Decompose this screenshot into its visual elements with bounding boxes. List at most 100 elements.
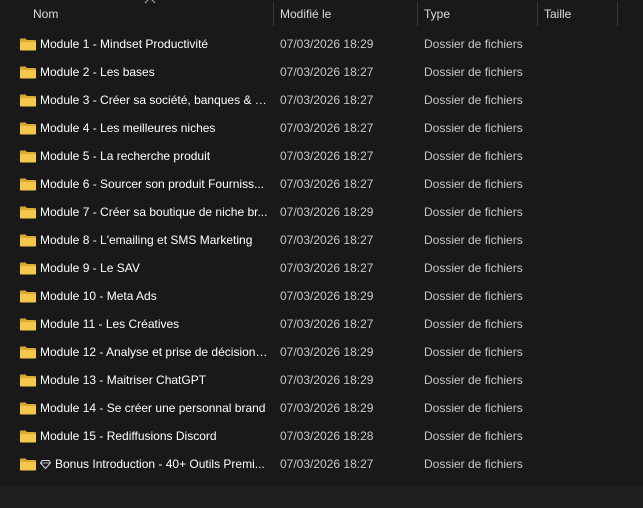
file-name[interactable]: Module 10 - Meta Ads xyxy=(40,282,268,310)
file-modified-date: 07/03/2026 18:27 xyxy=(280,149,374,163)
file-modified-date: 07/03/2026 18:29 xyxy=(280,205,374,219)
file-type: Dossier de fichiers xyxy=(424,317,523,331)
file-type: Dossier de fichiers xyxy=(424,345,523,359)
folder-icon xyxy=(20,206,36,219)
file-row[interactable]: Module 6 - Sourcer son produit Fourniss.… xyxy=(0,170,643,198)
folder-icon xyxy=(20,94,36,107)
file-row[interactable]: Module 12 - Analyse et prise de décision… xyxy=(0,338,643,366)
column-header-type[interactable]: Type xyxy=(417,0,537,28)
file-name-text: Module 5 - La recherche produit xyxy=(40,149,211,163)
column-header-modified[interactable]: Modifié le xyxy=(273,0,417,28)
file-type: Dossier de fichiers xyxy=(424,149,523,163)
file-name-text: Module 12 - Analyse et prise de décision… xyxy=(40,345,268,359)
file-modified-date: 07/03/2026 18:28 xyxy=(280,429,374,443)
file-modified-date: 07/03/2026 18:27 xyxy=(280,93,374,107)
file-type: Dossier de fichiers xyxy=(424,401,523,415)
file-name[interactable]: Module 13 - Maitriser ChatGPT xyxy=(40,366,268,394)
folder-icon xyxy=(20,66,36,79)
file-name-text: Module 6 - Sourcer son produit Fourniss.… xyxy=(40,177,265,191)
file-name-text: Module 14 - Se créer une personnal brand xyxy=(40,401,266,415)
file-name-text: Module 4 - Les meilleures niches xyxy=(40,121,216,135)
file-name-text: Module 2 - Les bases xyxy=(40,65,155,79)
file-modified-date: 07/03/2026 18:27 xyxy=(280,177,374,191)
file-explorer-details-view: Nom Modifié le Type Taille Module 1 - Mi… xyxy=(0,0,643,508)
file-name[interactable]: Module 1 - Mindset Productivité xyxy=(40,30,268,58)
file-modified-date: 07/03/2026 18:29 xyxy=(280,345,374,359)
file-name[interactable]: Module 8 - L'emailing et SMS Marketing xyxy=(40,226,268,254)
file-row[interactable]: Module 11 - Les Créatives 07/03/2026 18:2… xyxy=(0,310,643,338)
file-row[interactable]: Module 2 - Les bases 07/03/2026 18:27 Doss… xyxy=(0,58,643,86)
file-type: Dossier de fichiers xyxy=(424,429,523,443)
file-modified-date: 07/03/2026 18:29 xyxy=(280,373,374,387)
file-row[interactable]: Module 9 - Le SAV 07/03/2026 18:27 Dossier… xyxy=(0,254,643,282)
file-row[interactable]: Module 14 - Se créer une personnal brand… xyxy=(0,394,643,422)
file-modified-date: 07/03/2026 18:27 xyxy=(280,261,374,275)
folder-icon xyxy=(20,290,36,303)
diamond-icon xyxy=(40,460,51,469)
file-name-text: Module 9 - Le SAV xyxy=(40,261,140,275)
file-row[interactable]: Module 13 - Maitriser ChatGPT 07/03/2026 … xyxy=(0,366,643,394)
file-type: Dossier de fichiers xyxy=(424,233,523,247)
file-type: Dossier de fichiers xyxy=(424,65,523,79)
file-type: Dossier de fichiers xyxy=(424,289,523,303)
file-name[interactable]: Bonus Introduction - 40+ Outils Premi... xyxy=(40,450,268,478)
file-name-text: Module 3 - Créer sa société, banques & p… xyxy=(40,93,268,107)
file-row[interactable]: Module 1 - Mindset Productivité 07/03/202… xyxy=(0,30,643,58)
folder-icon xyxy=(20,178,36,191)
file-row[interactable]: Bonus Introduction - 40+ Outils Premi...… xyxy=(0,450,643,478)
file-row[interactable]: Module 5 - La recherche produit 07/03/202… xyxy=(0,142,643,170)
folder-icon xyxy=(20,122,36,135)
file-modified-date: 07/03/2026 18:27 xyxy=(280,233,374,247)
folder-icon xyxy=(20,38,36,51)
column-header-bar: Nom Modifié le Type Taille xyxy=(0,0,643,29)
file-type: Dossier de fichiers xyxy=(424,205,523,219)
file-row[interactable]: Module 8 - L'emailing et SMS Marketing 07… xyxy=(0,226,643,254)
file-name-text: Module 8 - L'emailing et SMS Marketing xyxy=(40,233,253,247)
file-row[interactable]: Module 4 - Les meilleures niches 07/03/20… xyxy=(0,114,643,142)
folder-icon xyxy=(20,150,36,163)
file-name-text: Bonus Introduction - 40+ Outils Premi... xyxy=(55,457,265,471)
file-row[interactable]: Module 15 - Rediffusions Discord 07/03/20… xyxy=(0,422,643,450)
file-name[interactable]: Module 2 - Les bases xyxy=(40,58,268,86)
folder-icon xyxy=(20,374,36,387)
file-list: Module 1 - Mindset Productivité 07/03/202… xyxy=(0,30,643,478)
file-name[interactable]: Module 5 - La recherche produit xyxy=(40,142,268,170)
file-name[interactable]: Module 14 - Se créer une personnal brand xyxy=(40,394,268,422)
file-name[interactable]: Module 9 - Le SAV xyxy=(40,254,268,282)
file-modified-date: 07/03/2026 18:29 xyxy=(280,289,374,303)
folder-icon xyxy=(20,346,36,359)
file-type: Dossier de fichiers xyxy=(424,37,523,51)
file-type: Dossier de fichiers xyxy=(424,373,523,387)
file-row[interactable]: Module 3 - Créer sa société, banques & p… xyxy=(0,86,643,114)
file-name[interactable]: Module 4 - Les meilleures niches xyxy=(40,114,268,142)
column-divider[interactable] xyxy=(617,2,618,26)
file-name-text: Module 13 - Maitriser ChatGPT xyxy=(40,373,207,387)
file-row[interactable]: Module 10 - Meta Ads 07/03/2026 18:29 Doss… xyxy=(0,282,643,310)
file-type: Dossier de fichiers xyxy=(424,177,523,191)
file-name[interactable]: Module 3 - Créer sa société, banques & p… xyxy=(40,86,268,114)
file-name-text: Module 15 - Rediffusions Discord xyxy=(40,429,217,443)
file-modified-date: 07/03/2026 18:29 xyxy=(280,37,374,51)
file-modified-date: 07/03/2026 18:27 xyxy=(280,457,374,471)
file-type: Dossier de fichiers xyxy=(424,121,523,135)
file-row[interactable]: Module 7 - Créer sa boutique de niche br… xyxy=(0,198,643,226)
bottom-bar xyxy=(0,487,643,508)
file-name-text: Module 10 - Meta Ads xyxy=(40,289,157,303)
file-name-text: Module 7 - Créer sa boutique de niche br… xyxy=(40,205,268,219)
folder-icon xyxy=(20,430,36,443)
file-name[interactable]: Module 12 - Analyse et prise de décision… xyxy=(40,338,268,366)
file-modified-date: 07/03/2026 18:27 xyxy=(280,121,374,135)
column-header-name[interactable]: Nom xyxy=(26,0,273,28)
column-header-size[interactable]: Taille xyxy=(537,0,617,28)
file-name[interactable]: Module 7 - Créer sa boutique de niche br… xyxy=(40,198,268,226)
file-modified-date: 07/03/2026 18:29 xyxy=(280,401,374,415)
folder-icon xyxy=(20,318,36,331)
file-name[interactable]: Module 6 - Sourcer son produit Fourniss.… xyxy=(40,170,268,198)
folder-icon xyxy=(20,402,36,415)
file-name-text: Module 11 - Les Créatives xyxy=(40,317,180,331)
file-name[interactable]: Module 15 - Rediffusions Discord xyxy=(40,422,268,450)
file-name[interactable]: Module 11 - Les Créatives xyxy=(40,310,268,338)
file-modified-date: 07/03/2026 18:27 xyxy=(280,65,374,79)
folder-icon xyxy=(20,262,36,275)
file-type: Dossier de fichiers xyxy=(424,457,523,471)
